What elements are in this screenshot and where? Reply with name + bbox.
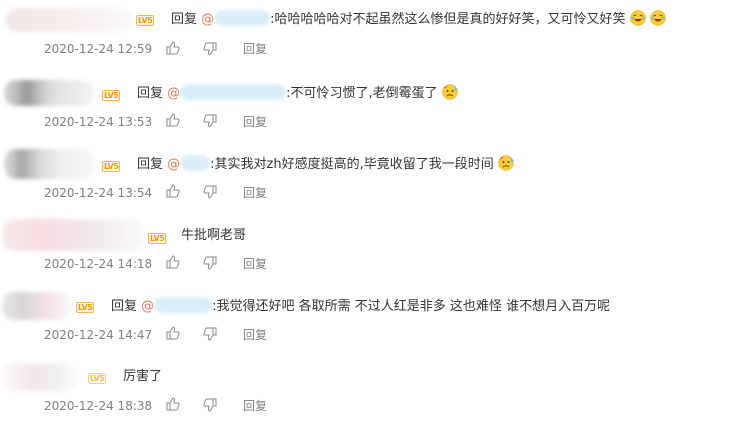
level-badge: LV5 (148, 233, 167, 244)
mention-link[interactable]: @ (167, 155, 211, 172)
like-icon[interactable] (166, 326, 180, 340)
reply-label: 回复 (111, 299, 138, 314)
comment-item: LV5 回复 @ :不可怜习惯了,老倒霉蛋了 2020-12-24 13:53 回… (0, 71, 742, 142)
laugh-cry-emoji-icon (650, 10, 666, 26)
mention-username-blurred (154, 297, 213, 313)
at-sign: @ (201, 12, 215, 27)
reply-button[interactable]: 回复 (243, 41, 267, 57)
level-badge: LV5 (76, 302, 95, 313)
comment-item: LV5 回复 @ :其实我对zh好感度挺高的,毕竟收留了我一段时间 2020-12… (0, 142, 742, 213)
reply-label: 回复 (137, 86, 164, 101)
like-icon[interactable] (166, 113, 180, 127)
mention-username-blurred (180, 155, 211, 171)
reply-button[interactable]: 回复 (243, 398, 267, 414)
dislike-icon[interactable] (203, 256, 217, 270)
level-badge: LV5 (88, 373, 107, 384)
comment-timestamp: 2020-12-24 13:53 (44, 115, 153, 129)
reply-button[interactable]: 回复 (243, 185, 267, 201)
mention-username-blurred (214, 10, 271, 26)
reply-button[interactable]: 回复 (243, 114, 267, 130)
comment-timestamp: 2020-12-24 12:59 (44, 42, 153, 56)
like-icon[interactable] (166, 184, 180, 198)
comment-item: LV5 回复 @ :我觉得还好吧 各取所需 不过人红是非多 这也难怪 谁不想月入百… (0, 284, 742, 355)
comment-item: LV5 牛批啊老哥 2020-12-24 14:18 回复 (0, 213, 742, 284)
reply-label: 回复 (171, 12, 198, 27)
comment-text-line: 回复 @ :不可怜习惯了,老倒霉蛋了 (137, 84, 458, 103)
dislike-icon[interactable] (203, 327, 217, 341)
username-blurred[interactable] (2, 363, 78, 391)
like-icon[interactable] (166, 397, 180, 411)
comment-text: :哈哈哈哈哈对不起虽然这么惨但是真的好好笑，又可怜又好笑 (270, 12, 626, 27)
level-badge: LV5 (102, 161, 121, 172)
comment-text-line: 厉害了 (123, 368, 162, 386)
mention-link[interactable]: @ (201, 10, 271, 27)
dislike-icon[interactable] (203, 398, 217, 412)
like-icon[interactable] (166, 41, 180, 55)
comment-text: :我觉得还好吧 各取所需 不过人红是非多 这也难怪 谁不想月入百万呢 (212, 299, 611, 314)
username-blurred[interactable] (4, 80, 94, 106)
sad-sweat-emoji-icon (498, 155, 514, 171)
at-sign: @ (167, 86, 181, 101)
comment-text-line: 回复 @ :哈哈哈哈哈对不起虽然这么惨但是真的好好笑，又可怜又好笑 (171, 10, 666, 29)
like-icon[interactable] (166, 255, 180, 269)
comment-text: :其实我对zh好感度挺高的,毕竟收留了我一段时间 (210, 157, 494, 172)
laugh-cry-emoji-icon (629, 10, 646, 26)
sad-sweat-emoji-icon (442, 84, 458, 100)
username-blurred[interactable] (4, 149, 94, 179)
at-sign: @ (141, 299, 155, 314)
comment-item: LV5 厉害了 2020-12-24 18:38 回复 (0, 355, 742, 426)
mention-username-blurred (180, 84, 287, 100)
comment-timestamp: 2020-12-24 14:47 (44, 328, 153, 342)
comment-text: 牛批啊老哥 (181, 228, 247, 243)
level-badge: LV5 (102, 90, 121, 101)
level-badge: LV5 (136, 15, 155, 26)
comment-text: 厉害了 (123, 369, 163, 384)
comment-item: LV5 回复 @ :哈哈哈哈哈对不起虽然这么惨但是真的好好笑，又可怜又好笑 202… (0, 0, 742, 71)
comment-timestamp: 2020-12-24 18:38 (44, 399, 153, 413)
username-blurred[interactable] (2, 292, 72, 320)
mention-link[interactable]: @ (141, 297, 213, 314)
mention-link[interactable]: @ (167, 84, 287, 101)
username-blurred[interactable] (6, 8, 134, 32)
comment-timestamp: 2020-12-24 13:54 (44, 186, 153, 200)
reply-button[interactable]: 回复 (243, 327, 267, 343)
username-blurred[interactable] (2, 219, 144, 251)
dislike-icon[interactable] (203, 114, 217, 128)
reply-label: 回复 (137, 157, 164, 172)
dislike-icon[interactable] (203, 42, 217, 56)
comment-text: :不可怜习惯了,老倒霉蛋了 (286, 86, 438, 101)
at-sign: @ (167, 157, 181, 172)
comment-timestamp: 2020-12-24 14:18 (44, 257, 153, 271)
comment-text-line: 回复 @ :我觉得还好吧 各取所需 不过人红是非多 这也难怪 谁不想月入百万呢 (111, 297, 610, 316)
comment-text-line: 回复 @ :其实我对zh好感度挺高的,毕竟收留了我一段时间 (137, 155, 514, 174)
comment-text-line: 牛批啊老哥 (181, 227, 246, 245)
dislike-icon[interactable] (203, 185, 217, 199)
reply-button[interactable]: 回复 (243, 256, 267, 272)
